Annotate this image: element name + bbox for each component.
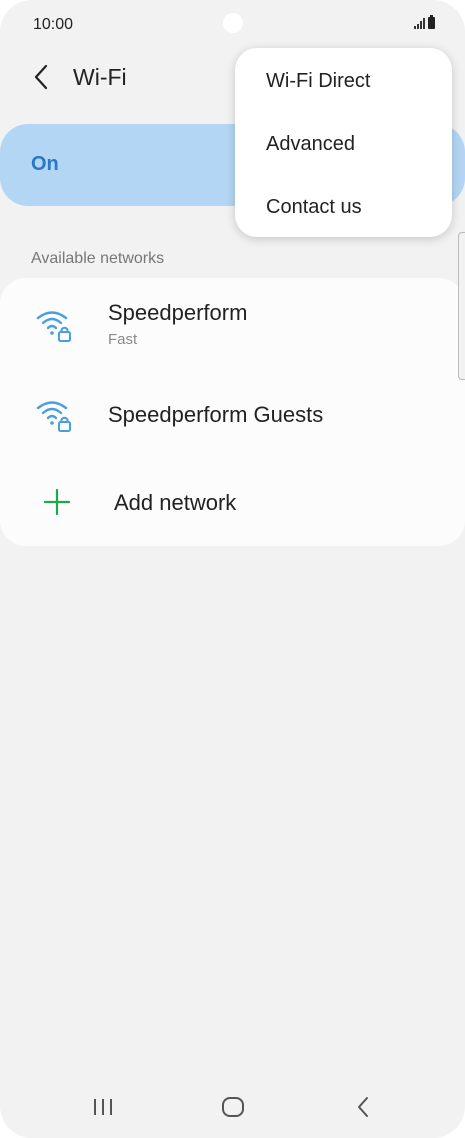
scroll-handle[interactable] [458, 232, 465, 380]
page-title: Wi-Fi [73, 64, 127, 90]
menu-item-contact-us[interactable]: Contact us [266, 196, 362, 219]
network-item-speedperform-guests[interactable]: Speedperform Guests [0, 378, 465, 458]
network-name: Speedperform Guests [108, 402, 324, 427]
status-time: 10:00 [33, 16, 74, 33]
plus-icon [43, 488, 71, 516]
networks-list: Speedperform Fast Speedperform Guests Ad… [0, 278, 465, 546]
menu-item-advanced[interactable]: Advanced [266, 133, 355, 156]
add-network-label: Add network [114, 490, 237, 515]
available-networks-label: Available networks [31, 250, 165, 267]
recent-apps-button[interactable] [83, 1092, 123, 1122]
status-bar: 10:00 [0, 0, 465, 50]
network-speed: Fast [108, 331, 138, 348]
network-item-speedperform[interactable]: Speedperform Fast [0, 278, 465, 378]
status-icons [414, 15, 435, 29]
wifi-lock-icon [36, 311, 71, 342]
menu-item-wifi-direct[interactable]: Wi-Fi Direct [266, 70, 370, 93]
home-icon [222, 1097, 244, 1117]
network-name: Speedperform [108, 300, 248, 325]
front-camera [223, 13, 243, 33]
back-button[interactable] [26, 62, 56, 92]
back-nav-button[interactable] [343, 1092, 383, 1122]
add-network-button[interactable]: Add network [0, 462, 465, 542]
phone-screen: 10:00 Wi-Fi On Available networks Speedp… [0, 0, 465, 1138]
wifi-lock-icon [36, 401, 71, 432]
options-menu: Wi-Fi Direct Advanced Contact us [235, 48, 452, 237]
home-button[interactable] [213, 1092, 253, 1122]
battery-icon [428, 15, 435, 29]
back-arrow-icon [34, 64, 48, 90]
back-nav-icon [358, 1097, 368, 1117]
recent-apps-icon [94, 1099, 112, 1115]
signal-icon [414, 17, 425, 29]
wifi-toggle-label: On [31, 153, 59, 175]
navigation-bar [0, 1080, 465, 1138]
